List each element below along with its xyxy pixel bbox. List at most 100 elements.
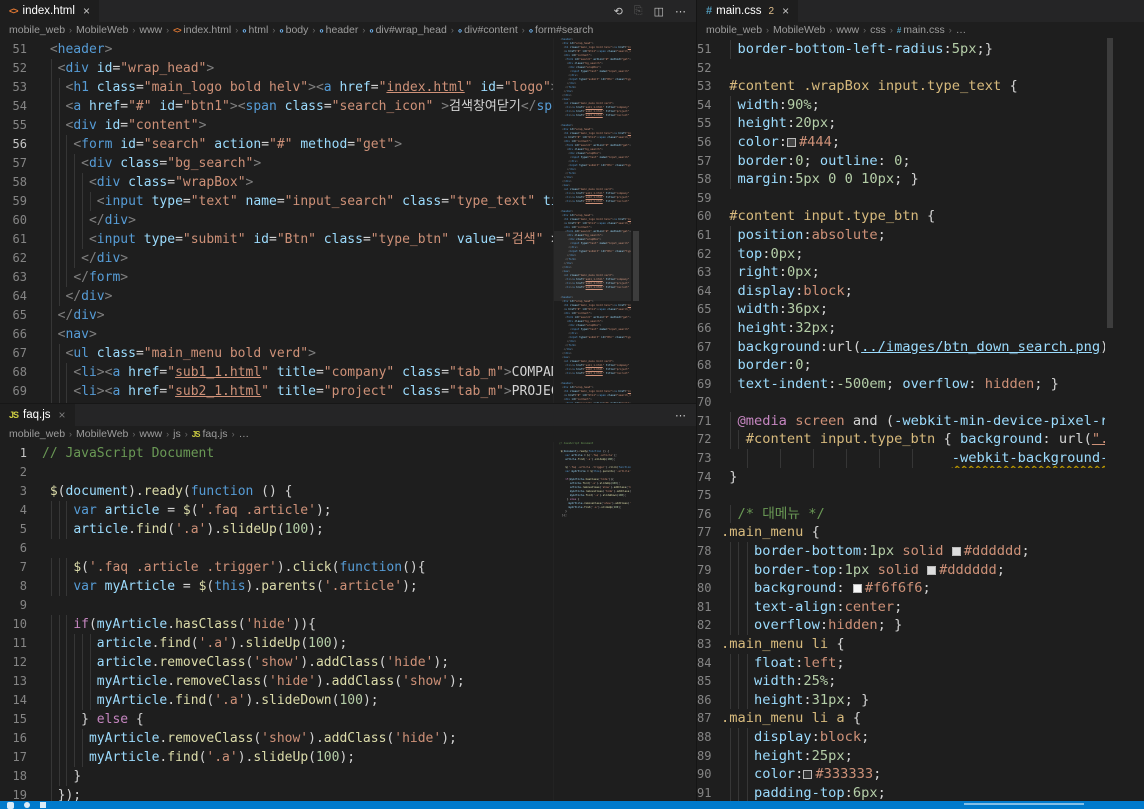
line-number: 69 <box>697 375 721 394</box>
breadcrumb: mobile_web›MobileWeb›www›js›JS faq.js›… <box>0 426 696 442</box>
workbench: <> index.html × ⟲⎘◫⋯ mobile_web›MobileWe… <box>0 0 1144 801</box>
code-line: 86 height:31px; } <box>697 691 1105 710</box>
breadcrumb-item[interactable]: js <box>173 428 181 440</box>
tab-bar-html: <> index.html × ⟲ ⎘ ◫ ⋯ <box>0 0 696 22</box>
code-line: 11 article.find('.a').slideUp(100); <box>0 634 553 653</box>
vertical-scrollbar[interactable] <box>1105 38 1114 801</box>
status-bar[interactable] <box>0 801 1144 809</box>
breadcrumb-item[interactable]: css <box>870 24 886 36</box>
code-line: 63 right:0px; <box>697 263 1105 282</box>
more-actions-icon[interactable]: ⋯ <box>675 5 686 18</box>
line-number: 14 <box>0 691 42 710</box>
breadcrumb-item[interactable]: # main.css <box>897 24 945 36</box>
code-lines[interactable]: 51 border-bottom-left-radius:5px;}5253 #… <box>697 38 1105 801</box>
code-line: 67 background:url(../images/btn_down_sea… <box>697 338 1105 357</box>
breadcrumb-item[interactable]: mobile_web <box>9 428 65 440</box>
code-line: 5 article.find('.a').slideUp(100); <box>0 520 553 539</box>
minimap[interactable]: <header> <div id="wrap_head"> <h1 class=… <box>553 38 631 403</box>
code-lines[interactable]: 1// JavaScript Document23 $(document).re… <box>0 442 553 801</box>
html-file-icon: <> <box>9 6 18 16</box>
line-number: 17 <box>0 748 42 767</box>
line-number: 82 <box>697 616 721 635</box>
symbol-icon: ‹› <box>319 26 322 35</box>
line-number: 6 <box>0 539 42 558</box>
close-icon[interactable]: × <box>59 408 66 422</box>
breadcrumb-item[interactable]: ‹› header <box>319 24 358 36</box>
code-line: 9 <box>0 596 553 615</box>
breadcrumb-item[interactable]: ‹› html <box>242 24 268 36</box>
scrollbar-thumb[interactable] <box>1107 38 1113 328</box>
scrollbar-thumb[interactable] <box>633 231 639 300</box>
line-number: 3 <box>0 482 42 501</box>
remote-indicator-icon[interactable] <box>7 802 14 809</box>
tab-index-html[interactable]: <> index.html × <box>0 0 99 22</box>
breadcrumb-item[interactable]: mobile_web <box>706 24 762 36</box>
line-number: 70 <box>697 393 721 412</box>
code-editor-html[interactable]: 51 <header>52 <div id="wrap_head">53 <h1… <box>0 38 696 403</box>
line-number: 13 <box>0 672 42 691</box>
code-line: 12 article.removeClass('show').addClass(… <box>0 653 553 672</box>
breadcrumb-item[interactable]: ‹› form#search <box>529 24 594 36</box>
open-changes-icon[interactable]: ⎘ <box>634 5 643 18</box>
tab-faq-js[interactable]: JS faq.js × <box>0 404 75 426</box>
code-lines[interactable]: 51 <header>52 <div id="wrap_head">53 <h1… <box>0 38 553 403</box>
vertical-scrollbar[interactable] <box>631 38 640 403</box>
timeline-icon[interactable]: ⟲ <box>614 5 623 18</box>
code-line: 91 padding-top:6px; <box>697 784 1105 801</box>
line-number: 88 <box>697 728 721 747</box>
more-actions-icon[interactable]: ⋯ <box>675 409 686 422</box>
problems-warnings-icon[interactable] <box>40 802 46 808</box>
code-line: 64 display:block; <box>697 282 1105 301</box>
breadcrumb-item[interactable]: … <box>956 24 967 36</box>
code-line: 69 <li><a href="sub2_1.html" title="proj… <box>0 382 553 401</box>
minimap-slider[interactable] <box>554 231 631 300</box>
code-editor-js[interactable]: 1// JavaScript Document23 $(document).re… <box>0 442 696 801</box>
code-editor-css[interactable]: 51 border-bottom-left-radius:5px;}5253 #… <box>697 38 1144 801</box>
line-number: 54 <box>697 96 721 115</box>
line-number: 19 <box>0 786 42 801</box>
line-number: 60 <box>0 211 42 230</box>
breadcrumb-item[interactable]: MobileWeb <box>76 428 128 440</box>
breadcrumb-item[interactable]: JS faq.js <box>192 428 228 440</box>
line-number: 81 <box>697 598 721 617</box>
line-number: 62 <box>0 249 42 268</box>
breadcrumb-item[interactable]: www <box>139 428 162 440</box>
code-line: 85 width:25%; <box>697 672 1105 691</box>
breadcrumb-item[interactable]: MobileWeb <box>76 24 128 36</box>
breadcrumb-item[interactable]: ‹› div#content <box>458 24 518 36</box>
code-line: 78 border-bottom:1px solid #dddddd; <box>697 542 1105 561</box>
js-icon: JS <box>192 430 200 439</box>
close-icon[interactable]: × <box>782 4 789 18</box>
breadcrumb-item[interactable]: ‹› div#wrap_head <box>369 24 446 36</box>
tab-main-css[interactable]: # main.css 2 × <box>697 0 798 22</box>
breadcrumb-item[interactable]: ‹› body <box>279 24 308 36</box>
js-file-icon: JS <box>9 410 18 420</box>
minimap[interactable]: // JavaScript Document $(document).ready… <box>553 442 631 801</box>
code-line: 72 #content input.type_btn { background:… <box>697 430 1105 449</box>
editor-status-text[interactable] <box>964 803 1084 805</box>
editor-actions: ⋯ <box>675 404 696 426</box>
line-number: 9 <box>0 596 42 615</box>
breadcrumb-item[interactable]: mobile_web <box>9 24 65 36</box>
line-number: 57 <box>697 152 721 171</box>
split-editor-icon[interactable]: ◫ <box>654 5 664 18</box>
problems-errors-icon[interactable] <box>24 802 30 808</box>
code-line: 62 top:0px; <box>697 245 1105 264</box>
line-number: 55 <box>0 116 42 135</box>
editor-actions: ⟲ ⎘ ◫ ⋯ <box>614 0 696 22</box>
close-icon[interactable]: × <box>83 4 90 18</box>
code-line: 56 color:#444; <box>697 133 1105 152</box>
breadcrumb-item[interactable]: www <box>836 24 859 36</box>
code-line: 65 </div> <box>0 306 553 325</box>
line-number: 52 <box>697 59 721 78</box>
vertical-scrollbar[interactable] <box>631 442 640 801</box>
breadcrumb-separator: › <box>312 25 315 35</box>
breadcrumb-item[interactable]: … <box>239 428 250 440</box>
breadcrumb-item[interactable]: www <box>139 24 162 36</box>
breadcrumb-item[interactable]: <> index.html <box>173 24 231 36</box>
right-editor-column: # main.css 2 × mobile_web›MobileWeb›www›… <box>697 0 1144 801</box>
breadcrumb-item[interactable]: MobileWeb <box>773 24 825 36</box>
code-line: 2 <box>0 463 553 482</box>
problems-badge: 2 <box>769 6 775 17</box>
code-line: 58 margin:5px 0 0 10px; } <box>697 170 1105 189</box>
